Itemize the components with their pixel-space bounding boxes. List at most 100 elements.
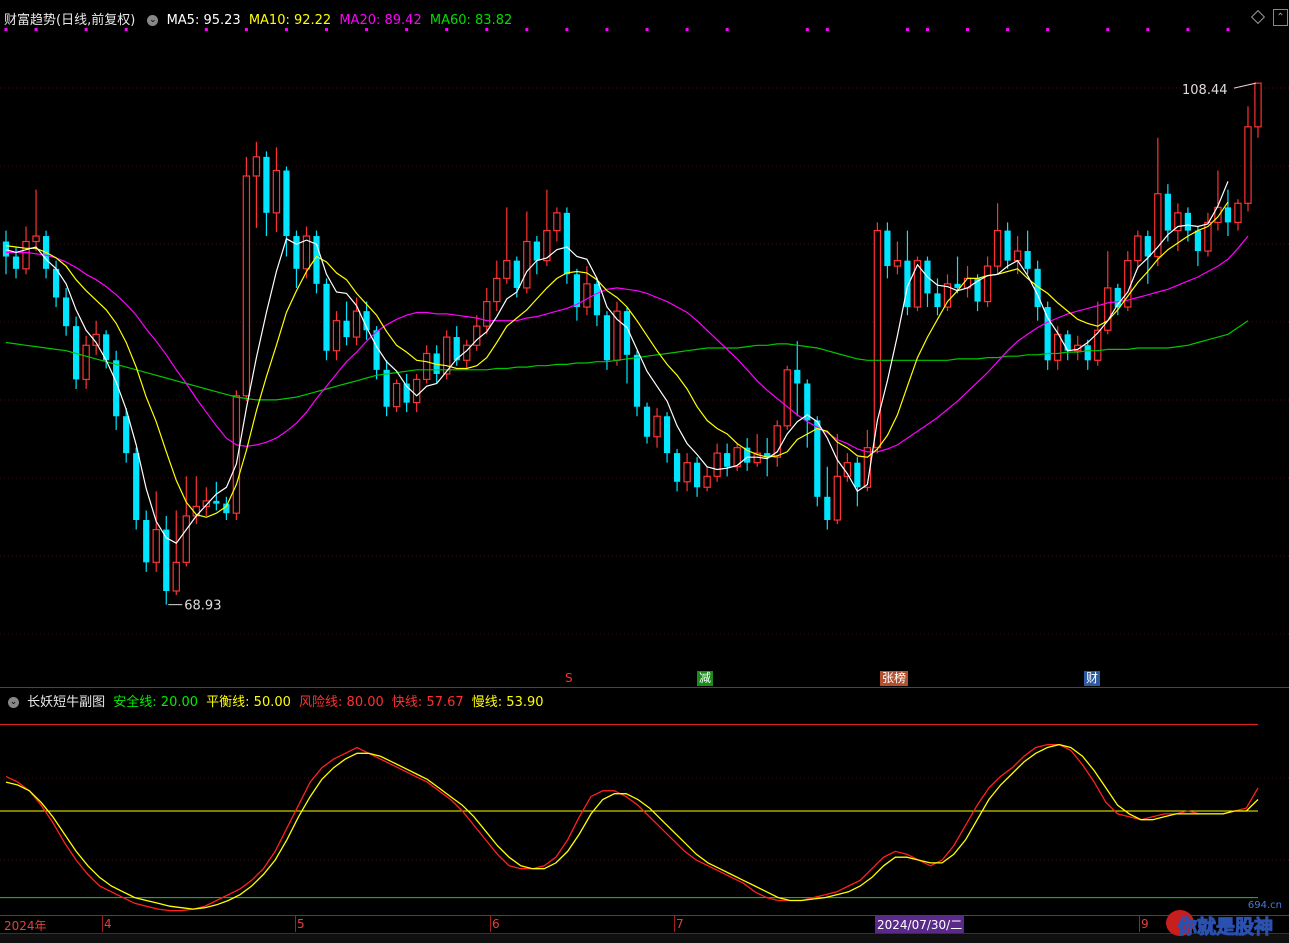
candle-body <box>483 300 491 327</box>
signal-marker <box>4 28 8 31</box>
signal-markers <box>4 28 1230 31</box>
candle-body <box>693 462 701 488</box>
candle-body <box>893 260 902 267</box>
signal-marker <box>805 28 809 31</box>
signal-marker <box>124 28 128 31</box>
signal-marker <box>1046 28 1050 31</box>
candle-body <box>22 240 30 270</box>
watermark: 694.cn 你就是股神 <box>1160 900 1286 940</box>
candle-body <box>603 315 611 361</box>
candle-body <box>633 354 641 407</box>
signal-marker <box>84 28 88 31</box>
signal-marker <box>966 28 970 31</box>
candle-body <box>553 212 561 232</box>
candle-body <box>392 382 401 408</box>
candle-body <box>1004 230 1011 261</box>
signal-marker <box>525 28 529 31</box>
candle-body <box>343 320 350 338</box>
event-tag-s[interactable]: S <box>563 671 575 686</box>
axis-ticks <box>0 915 1289 932</box>
signal-marker <box>244 28 248 31</box>
candle-body <box>673 453 681 482</box>
signal-marker <box>905 28 909 31</box>
candle-body <box>12 256 20 269</box>
signal-marker <box>325 28 329 31</box>
signal-marker <box>565 28 569 31</box>
candle-body <box>794 369 801 384</box>
candle-body <box>412 378 421 404</box>
watermark-text: 你就是股神 <box>1177 916 1274 939</box>
candle-body <box>352 310 361 338</box>
indicator-lines <box>5 743 1259 912</box>
event-tag-reduce[interactable]: 减 <box>697 671 714 686</box>
candle-body <box>332 320 341 352</box>
candle-body <box>683 462 691 483</box>
signal-marker <box>204 28 208 31</box>
candle-body <box>493 277 501 303</box>
candle-body <box>1053 333 1062 361</box>
candlestick-chart[interactable]: 108.44 68.93 <box>0 0 1289 690</box>
signal-marker <box>34 28 38 31</box>
candles <box>2 82 1262 605</box>
panel-divider[interactable] <box>0 687 1289 688</box>
candle-body <box>1224 207 1232 223</box>
candle-body <box>1254 82 1262 128</box>
candle-body <box>663 416 671 454</box>
candle-body <box>252 156 261 177</box>
candle-body <box>1164 193 1171 231</box>
candle-body <box>934 293 941 308</box>
candle-body <box>503 260 511 279</box>
signal-marker <box>1226 28 1230 31</box>
candle-body <box>213 500 220 504</box>
candle-body <box>703 475 711 488</box>
signal-marker <box>925 28 929 31</box>
signal-marker <box>1106 28 1110 31</box>
event-tag-finance[interactable]: 财 <box>1084 671 1101 686</box>
candle-body <box>1044 307 1051 361</box>
candle-body <box>1144 236 1151 257</box>
candle-body <box>993 229 1002 267</box>
signal-marker <box>605 28 609 31</box>
candle-body <box>513 260 520 288</box>
candle-body <box>873 229 882 449</box>
candle-body <box>52 268 60 298</box>
candle-body <box>62 297 70 327</box>
signal-marker <box>405 28 409 31</box>
candle-body <box>1024 251 1031 269</box>
candle-body <box>593 283 601 316</box>
candle-body <box>242 175 251 397</box>
price-grid <box>0 87 1289 635</box>
candle-body <box>2 241 10 257</box>
candle-body <box>32 235 40 243</box>
candle-body <box>583 283 591 308</box>
candle-body <box>773 425 781 458</box>
candle-body <box>814 420 821 497</box>
signal-marker <box>725 28 729 31</box>
candle-body <box>1064 334 1071 351</box>
candle-body <box>783 369 791 427</box>
watermark-url: 694.cn <box>1247 900 1282 911</box>
indicator-chart[interactable] <box>0 690 1289 915</box>
candle-body <box>82 344 90 380</box>
candle-body <box>884 230 891 267</box>
candle-body <box>323 283 330 351</box>
event-tag-list[interactable]: 张榜 <box>880 671 909 686</box>
fast-line <box>5 743 1259 912</box>
signal-marker <box>1186 28 1190 31</box>
candle-body <box>653 415 661 438</box>
min-price-label: 68.93 <box>184 599 221 614</box>
candle-body <box>573 274 581 308</box>
candle-body <box>643 406 651 437</box>
signal-marker <box>284 28 288 31</box>
signal-marker <box>445 28 449 31</box>
candle-body <box>533 241 540 261</box>
candle-body <box>1234 202 1242 223</box>
candle-body <box>833 475 842 521</box>
signal-marker <box>685 28 689 31</box>
candle-body <box>383 369 390 407</box>
candle-body <box>1084 345 1091 361</box>
signal-marker <box>1146 28 1150 31</box>
signal-marker <box>1006 28 1010 31</box>
candle-body <box>1244 126 1252 204</box>
candle-body <box>1134 235 1142 262</box>
